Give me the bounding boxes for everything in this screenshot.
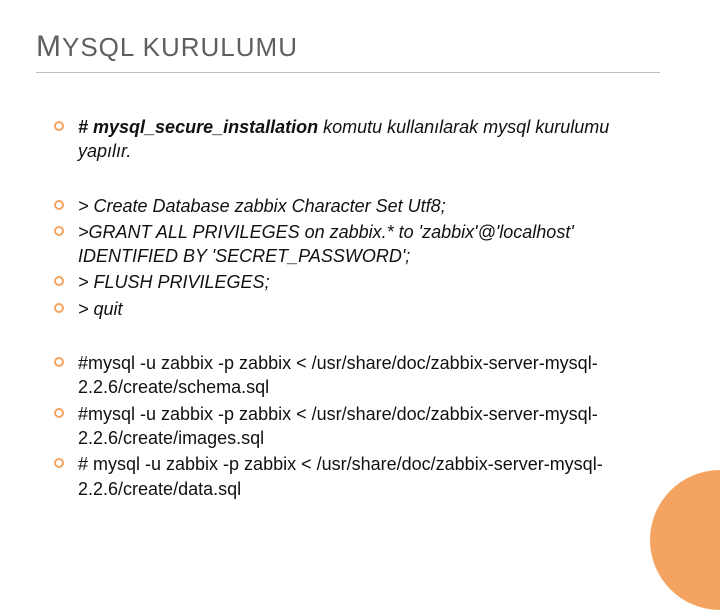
list-item-text: # mysql_secure_installation komutu kulla…	[78, 115, 660, 164]
bullet-icon	[54, 200, 64, 210]
decorative-corner-circle	[650, 470, 720, 610]
list-item: # mysql_secure_installation komutu kulla…	[54, 115, 660, 164]
title-part-2: YSQL	[62, 32, 134, 62]
title-cap-1: M	[36, 30, 62, 63]
page-title: MYSQL KURULUMU	[36, 30, 660, 73]
list-item-text: > quit	[78, 297, 660, 321]
list-item: >GRANT ALL PRIVILEGES on zabbix.* to 'za…	[54, 220, 660, 269]
text-run: #mysql -u zabbix -p zabbix < /usr/share/…	[78, 353, 598, 397]
bullet-group: # mysql_secure_installation komutu kulla…	[54, 115, 660, 164]
list-item: #mysql -u zabbix -p zabbix < /usr/share/…	[54, 351, 660, 400]
bullet-icon	[54, 357, 64, 367]
list-item-text: > FLUSH PRIVILEGES;	[78, 270, 660, 294]
list-item: #mysql -u zabbix -p zabbix < /usr/share/…	[54, 402, 660, 451]
list-item-text: #mysql -u zabbix -p zabbix < /usr/share/…	[78, 351, 660, 400]
slide: MYSQL KURULUMU # mysql_secure_installati…	[0, 0, 720, 540]
list-item-text: >GRANT ALL PRIVILEGES on zabbix.* to 'za…	[78, 220, 660, 269]
bullet-icon	[54, 408, 64, 418]
bullet-icon	[54, 276, 64, 286]
bullet-group: #mysql -u zabbix -p zabbix < /usr/share/…	[54, 351, 660, 501]
list-item-text: #mysql -u zabbix -p zabbix < /usr/share/…	[78, 402, 660, 451]
title-part-3: KURULUMU	[134, 32, 298, 62]
text-run: # mysql -u zabbix -p zabbix < /usr/share…	[78, 454, 603, 498]
bullet-icon	[54, 458, 64, 468]
list-item: > quit	[54, 297, 660, 321]
text-run: > quit	[78, 299, 123, 319]
list-item: # mysql -u zabbix -p zabbix < /usr/share…	[54, 452, 660, 501]
list-item: > Create Database zabbix Character Set U…	[54, 194, 660, 218]
bullet-icon	[54, 121, 64, 131]
text-run: #mysql -u zabbix -p zabbix < /usr/share/…	[78, 404, 598, 448]
text-run: # mysql_secure_installation	[78, 117, 318, 137]
list-item-text: > Create Database zabbix Character Set U…	[78, 194, 660, 218]
text-run: >GRANT ALL PRIVILEGES on zabbix.* to 'za…	[78, 222, 574, 266]
content-area: # mysql_secure_installation komutu kulla…	[36, 115, 660, 501]
text-run: > Create Database zabbix Character Set U…	[78, 196, 446, 216]
bullet-group: > Create Database zabbix Character Set U…	[54, 194, 660, 321]
bullet-icon	[54, 303, 64, 313]
list-item: > FLUSH PRIVILEGES;	[54, 270, 660, 294]
text-run: > FLUSH PRIVILEGES;	[78, 272, 270, 292]
bullet-icon	[54, 226, 64, 236]
list-item-text: # mysql -u zabbix -p zabbix < /usr/share…	[78, 452, 660, 501]
